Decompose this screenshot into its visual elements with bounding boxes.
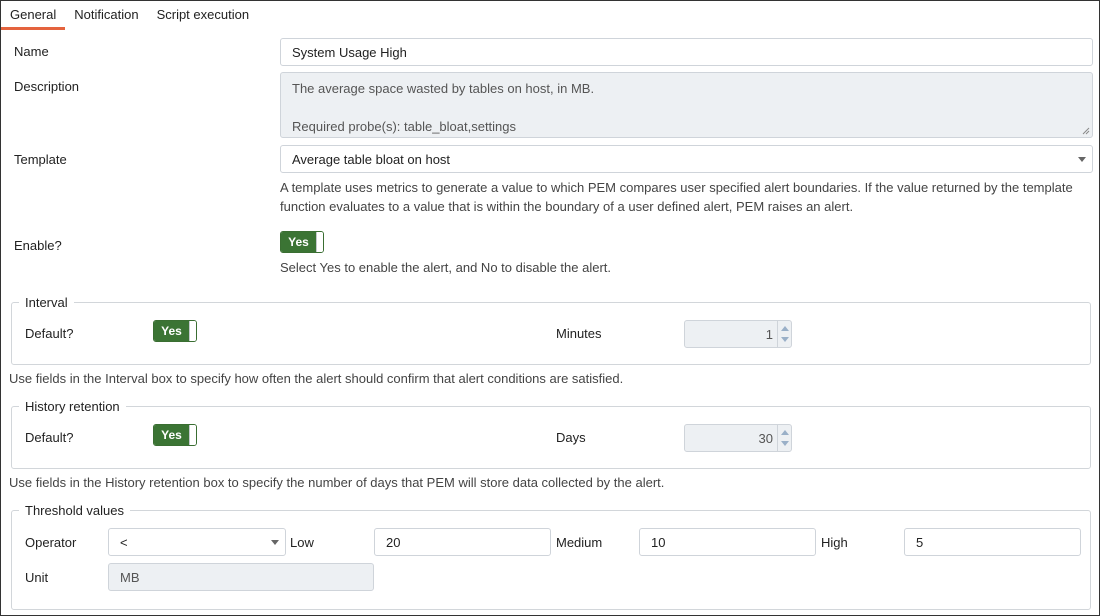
medium-label: Medium [556,535,603,550]
spin-up-icon[interactable] [781,326,789,331]
history-legend: History retention [19,399,126,414]
history-default-toggle[interactable]: Yes [153,424,197,446]
operator-label: Operator [25,535,77,550]
history-default-toggle-label: Yes [154,425,189,445]
interval-default-toggle-label: Yes [154,321,189,341]
template-select[interactable]: Average table bloat on host [280,145,1093,173]
minutes-spinner[interactable]: 1 [684,320,792,348]
tab-script-execution[interactable]: Script execution [148,1,259,30]
interval-default-toggle[interactable]: Yes [153,320,197,342]
spinner-arrows [777,425,791,451]
low-label: Low [290,535,314,550]
high-input[interactable] [904,528,1081,556]
operator-select-value: < [120,534,128,550]
template-select-value: Average table bloat on host [292,151,451,167]
high-label: High [821,535,848,550]
unit-label: Unit [25,570,49,585]
enable-help-text: Select Yes to enable the alert, and No t… [280,260,612,275]
interval-help-text: Use fields in the Interval box to specif… [9,371,624,386]
low-input[interactable] [374,528,551,556]
interval-legend: Interval [19,295,74,310]
spin-down-icon[interactable] [781,441,789,446]
tab-notification[interactable]: Notification [65,1,147,30]
spin-up-icon[interactable] [781,430,789,435]
description-label: Description [14,79,80,94]
toggle-knob [189,321,196,341]
medium-input[interactable] [639,528,816,556]
toggle-knob [316,232,323,252]
minutes-value: 1 [765,326,773,342]
enable-toggle-label: Yes [281,232,316,252]
resize-grip-icon[interactable] [1082,127,1090,135]
unit-input[interactable] [108,563,374,591]
name-label: Name [14,44,49,59]
threshold-legend: Threshold values [19,503,130,518]
template-help-text: A template uses metrics to generate a va… [280,180,1073,214]
days-spinner[interactable]: 30 [684,424,792,452]
enable-toggle[interactable]: Yes [280,231,324,253]
history-help-text: Use fields in the History retention box … [9,475,665,490]
spin-down-icon[interactable] [781,337,789,342]
tab-general[interactable]: General [1,1,66,30]
days-label: Days [556,430,586,445]
tab-bar: General Notification Script execution [1,1,1099,30]
operator-select[interactable]: < [108,528,286,556]
history-default-label: Default? [25,430,74,445]
chevron-down-icon [271,540,279,545]
name-input[interactable] [280,38,1093,66]
enable-label: Enable? [14,238,62,253]
spinner-arrows [777,321,791,347]
days-value: 30 [758,430,773,446]
toggle-knob [189,425,196,445]
interval-default-label: Default? [25,326,74,341]
threshold-fieldset [11,510,1091,610]
minutes-label: Minutes [556,326,602,341]
chevron-down-icon [1078,157,1086,162]
description-textarea[interactable]: The average space wasted by tables on ho… [280,72,1093,138]
template-label: Template [14,152,67,167]
